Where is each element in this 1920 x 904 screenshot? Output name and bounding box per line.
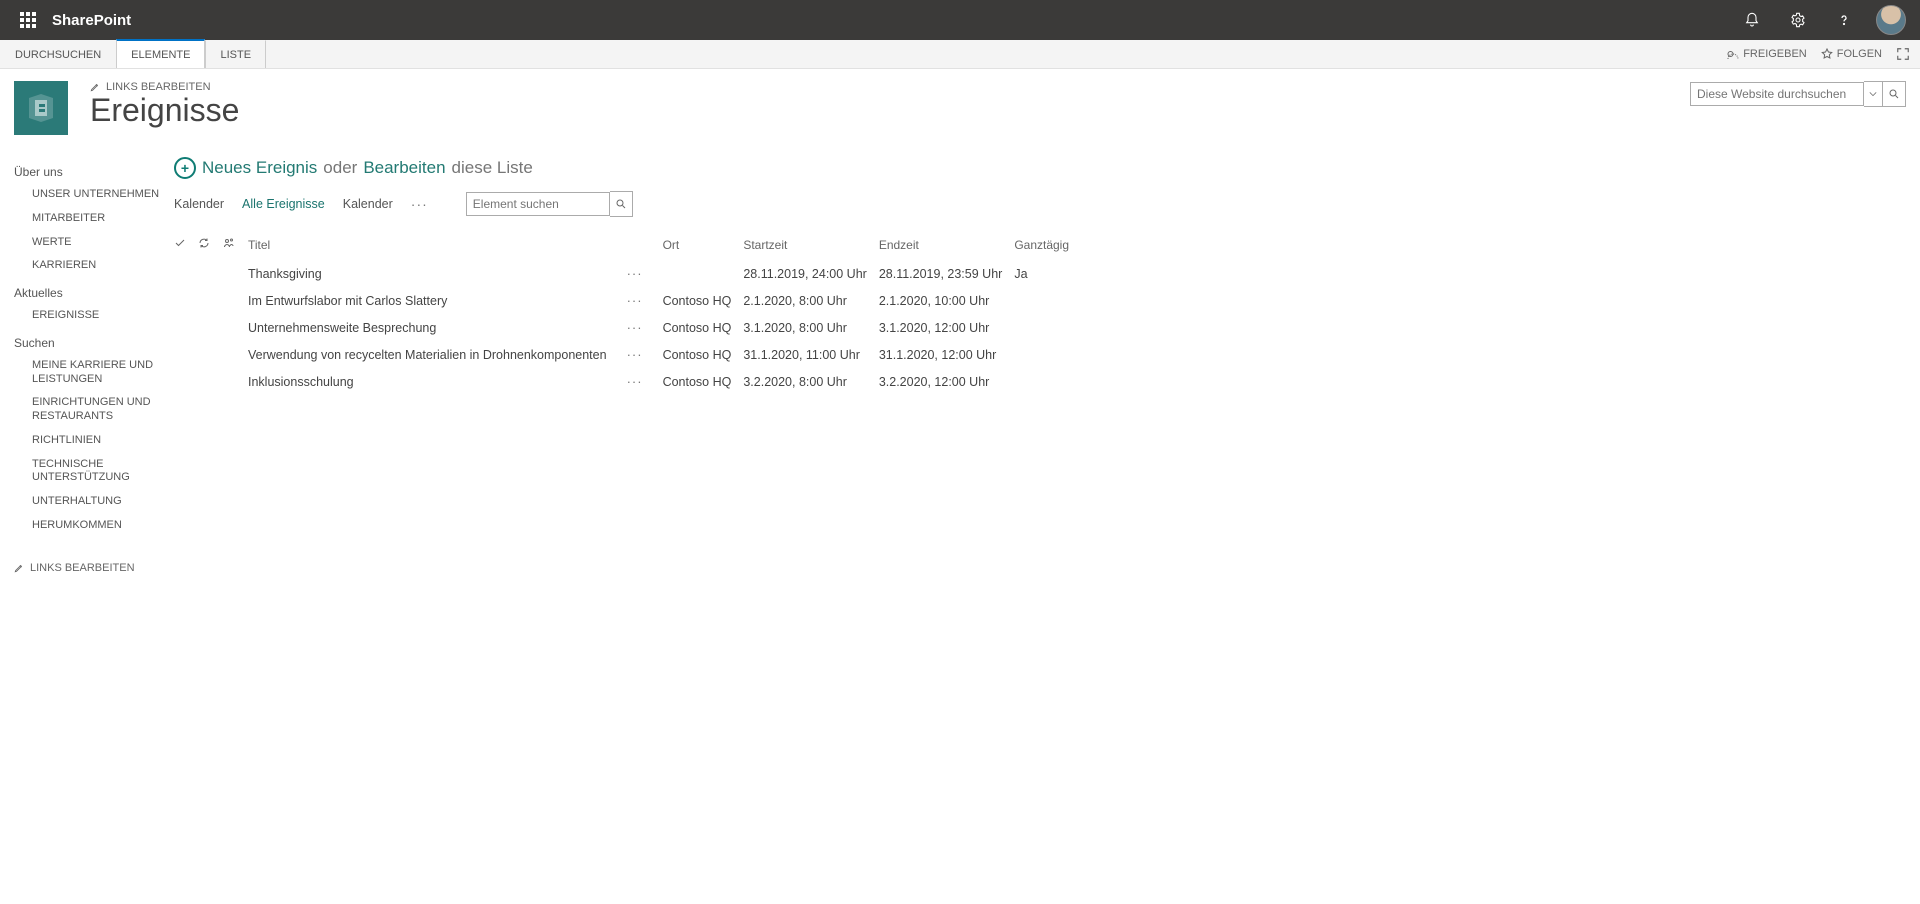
cell-end: 3.1.2020, 12:00 Uhr bbox=[879, 314, 1014, 341]
cell-title[interactable]: Verwendung von recycelten Materialien in… bbox=[248, 341, 619, 368]
nav-item[interactable]: EREIGNISSE bbox=[32, 304, 174, 328]
nav-item[interactable]: MITARBEITER bbox=[32, 207, 174, 231]
suffix-label: diese Liste bbox=[452, 158, 533, 178]
page-title: Ereignisse bbox=[90, 93, 1690, 128]
edit-links-bottom-label: LINKS BEARBEITEN bbox=[30, 562, 135, 574]
edit-links-top-button[interactable]: LINKS BEARBEITEN bbox=[90, 81, 1690, 93]
cell-start: 31.1.2020, 11:00 Uhr bbox=[743, 341, 878, 368]
col-sync-icon[interactable] bbox=[198, 231, 222, 260]
cell-start: 2.1.2020, 8:00 Uhr bbox=[743, 287, 878, 314]
cell-location: Contoso HQ bbox=[663, 314, 744, 341]
cell-start: 3.2.2020, 8:00 Uhr bbox=[743, 368, 878, 395]
edit-links-bottom-button[interactable]: LINKS BEARBEITEN bbox=[14, 562, 174, 574]
app-launcher-button[interactable] bbox=[8, 0, 48, 40]
focus-button[interactable] bbox=[1896, 47, 1910, 61]
table-row[interactable]: Im Entwurfslabor mit Carlos Slattery··· C… bbox=[174, 287, 1081, 314]
left-nav: Über uns UNSER UNTERNEHMENMITARBEITERWERT… bbox=[14, 157, 174, 574]
nav-item[interactable]: MEINE KARRIERE UND LEISTUNGEN bbox=[32, 354, 174, 392]
cell-location: Contoso HQ bbox=[663, 368, 744, 395]
follow-label: FOLGEN bbox=[1837, 48, 1882, 60]
nav-item[interactable]: UNTERHALTUNG bbox=[32, 490, 174, 514]
nav-item[interactable]: HERUMKOMMEN bbox=[32, 514, 174, 538]
cell-title[interactable]: Unternehmensweite Besprechung bbox=[248, 314, 619, 341]
command-row: + Neues Ereignis oder Bearbeiten diese L… bbox=[174, 157, 1906, 179]
table-row[interactable]: Unternehmensweite Besprechung··· Contoso … bbox=[174, 314, 1081, 341]
ribbon-tab-durchsuchen[interactable]: DURCHSUCHEN bbox=[0, 40, 116, 68]
nav-item[interactable]: WERTE bbox=[32, 231, 174, 255]
view-tab[interactable]: Kalender bbox=[174, 197, 224, 211]
new-event-link[interactable]: Neues Ereignis bbox=[202, 158, 317, 178]
nav-item[interactable]: EINRICHTUNGEN UND RESTAURANTS bbox=[32, 391, 174, 429]
user-avatar[interactable] bbox=[1876, 5, 1906, 35]
share-label: FREIGEBEN bbox=[1743, 48, 1807, 60]
views-more-button[interactable]: ··· bbox=[411, 196, 428, 212]
table-row[interactable]: Inklusionsschulung···Contoso HQ3.2.2020,… bbox=[174, 368, 1081, 395]
edit-list-link[interactable]: Bearbeiten bbox=[363, 158, 445, 178]
views-row: Kalender Alle Ereignisse Kalender ··· bbox=[174, 191, 1906, 217]
col-title[interactable]: Titel bbox=[248, 231, 619, 260]
nav-item[interactable]: UNSER UNTERNEHMEN bbox=[32, 183, 174, 207]
row-menu-button[interactable]: ··· bbox=[619, 320, 651, 335]
cell-location: Contoso HQ bbox=[663, 341, 744, 368]
cell-end: 31.1.2020, 12:00 Uhr bbox=[879, 341, 1014, 368]
view-tab[interactable]: Alle Ereignisse bbox=[242, 197, 325, 211]
cell-end: 2.1.2020, 10:00 Uhr bbox=[879, 287, 1014, 314]
site-search-input[interactable] bbox=[1690, 82, 1864, 106]
cell-title[interactable]: Im Entwurfslabor mit Carlos Slattery bbox=[248, 287, 619, 314]
col-location[interactable]: Ort bbox=[663, 231, 744, 260]
nav-item[interactable]: TECHNISCHE UNTERSTÜTZUNG bbox=[32, 453, 174, 491]
ribbon: DURCHSUCHENELEMENTELISTE FREIGEBEN FOLGE… bbox=[0, 40, 1920, 69]
cell-start: 3.1.2020, 8:00 Uhr bbox=[743, 314, 878, 341]
row-menu-button[interactable]: ··· bbox=[619, 347, 651, 362]
nav-item[interactable]: RICHTLINIEN bbox=[32, 429, 174, 453]
nav-group[interactable]: Über uns bbox=[14, 165, 174, 179]
cell-title[interactable]: Thanksgiving bbox=[248, 260, 619, 287]
nav-item[interactable]: KARRIEREN bbox=[32, 254, 174, 278]
share-button[interactable]: FREIGEBEN bbox=[1727, 48, 1807, 60]
help-button[interactable] bbox=[1824, 0, 1864, 40]
row-menu-button[interactable]: ··· bbox=[619, 266, 651, 281]
cell-allday: Ja bbox=[1014, 260, 1081, 287]
cell-start: 28.11.2019, 24:00 Uhr bbox=[743, 260, 878, 287]
row-menu-button[interactable]: ··· bbox=[619, 293, 651, 308]
notifications-button[interactable] bbox=[1732, 0, 1772, 40]
col-select-icon[interactable] bbox=[174, 231, 198, 260]
col-allday[interactable]: Ganztägig bbox=[1014, 231, 1081, 260]
or-label: oder bbox=[323, 158, 357, 178]
ribbon-tab-liste[interactable]: LISTE bbox=[205, 40, 266, 68]
site-search-scope-dropdown[interactable] bbox=[1864, 81, 1883, 107]
col-end[interactable]: Endzeit bbox=[879, 231, 1014, 260]
site-logo[interactable] bbox=[14, 81, 68, 135]
nav-group[interactable]: Aktuelles bbox=[14, 286, 174, 300]
item-search-button[interactable] bbox=[610, 191, 633, 217]
suite-bar: SharePoint bbox=[0, 0, 1920, 40]
cell-location bbox=[663, 260, 744, 287]
cell-allday bbox=[1014, 341, 1081, 368]
follow-button[interactable]: FOLGEN bbox=[1821, 48, 1882, 60]
col-share-icon[interactable] bbox=[222, 231, 248, 260]
cell-end: 28.11.2019, 23:59 Uhr bbox=[879, 260, 1014, 287]
cell-allday bbox=[1014, 368, 1081, 395]
nav-group[interactable]: Suchen bbox=[14, 336, 174, 350]
col-start[interactable]: Startzeit bbox=[743, 231, 878, 260]
ribbon-tab-elemente[interactable]: ELEMENTE bbox=[116, 39, 205, 68]
site-search-button[interactable] bbox=[1883, 81, 1906, 107]
cell-end: 3.2.2020, 12:00 Uhr bbox=[879, 368, 1014, 395]
cell-allday bbox=[1014, 287, 1081, 314]
brand-label[interactable]: SharePoint bbox=[52, 12, 131, 29]
cell-title[interactable]: Inklusionsschulung bbox=[248, 368, 619, 395]
item-search-input[interactable] bbox=[466, 192, 610, 216]
cell-location: Contoso HQ bbox=[663, 287, 744, 314]
row-menu-button[interactable]: ··· bbox=[619, 374, 651, 389]
table-row[interactable]: Thanksgiving··· 28.11.2019, 24:00 Uhr28.1… bbox=[174, 260, 1081, 287]
plus-icon: + bbox=[174, 157, 196, 179]
view-tab[interactable]: Kalender bbox=[343, 197, 393, 211]
cell-allday bbox=[1014, 314, 1081, 341]
events-table: Titel Ort Startzeit Endzeit Ganztägig Th… bbox=[174, 231, 1081, 395]
settings-button[interactable] bbox=[1778, 0, 1818, 40]
table-row[interactable]: Verwendung von recycelten Materialien in… bbox=[174, 341, 1081, 368]
